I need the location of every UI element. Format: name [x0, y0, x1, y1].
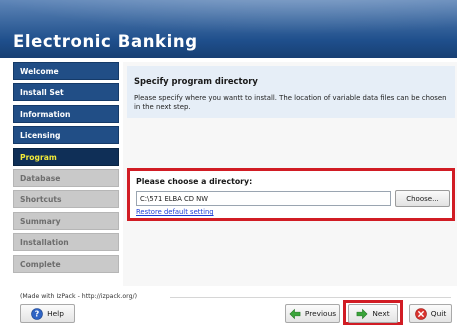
app-header: Electronic Banking	[0, 0, 457, 58]
sidebar-item-program: Program	[13, 147, 119, 166]
page-title: Specify program directory	[134, 76, 258, 86]
page-description: Please specify where you wantt to instal…	[134, 94, 447, 111]
sidebar-item-database: Database	[13, 168, 119, 187]
arrow-left-icon	[289, 308, 301, 320]
quit-button[interactable]: Quit	[409, 304, 452, 323]
directory-label: Please choose a directory:	[136, 177, 253, 186]
intro-box: Specify program directory Please specify…	[127, 66, 455, 118]
choose-button[interactable]: Choose...	[395, 190, 450, 207]
sidebar-item-welcome: Welcome	[13, 62, 119, 80]
previous-button-label: Previous	[304, 309, 337, 318]
sidebar-item-install-set: Install Set	[13, 83, 119, 102]
sidebar-item-complete: Complete	[13, 254, 119, 273]
svg-text:?: ?	[35, 309, 40, 318]
quit-icon	[414, 307, 427, 320]
next-button[interactable]: Next	[348, 304, 398, 323]
restore-default-link[interactable]: Restore default setting	[136, 208, 214, 216]
izpack-credit: (Made with IzPack - http://izpack.org/)	[20, 293, 138, 300]
step-sidebar: Welcome Install Set Information Licensin…	[13, 62, 119, 276]
sidebar-item-shortcuts: Shortcuts	[13, 190, 119, 209]
help-icon: ?	[31, 307, 43, 320]
sidebar-item-information: Information	[13, 104, 119, 123]
sidebar-item-summary: Summary	[13, 211, 119, 230]
arrow-right-icon	[356, 308, 368, 320]
next-button-label: Next	[372, 309, 390, 318]
content-panel: Specify program directory Please specify…	[123, 62, 457, 286]
directory-input[interactable]	[136, 191, 391, 206]
help-button[interactable]: ? Help	[20, 304, 75, 323]
app-title: Electronic Banking	[13, 32, 198, 51]
directory-chooser: Please choose a directory: Choose... Res…	[127, 168, 455, 221]
quit-button-label: Quit	[430, 309, 447, 318]
sidebar-item-licensing: Licensing	[13, 126, 119, 145]
help-button-label: Help	[47, 309, 64, 318]
previous-button[interactable]: Previous	[285, 304, 340, 323]
footer-divider	[170, 297, 451, 298]
sidebar-item-installation: Installation	[13, 233, 119, 252]
